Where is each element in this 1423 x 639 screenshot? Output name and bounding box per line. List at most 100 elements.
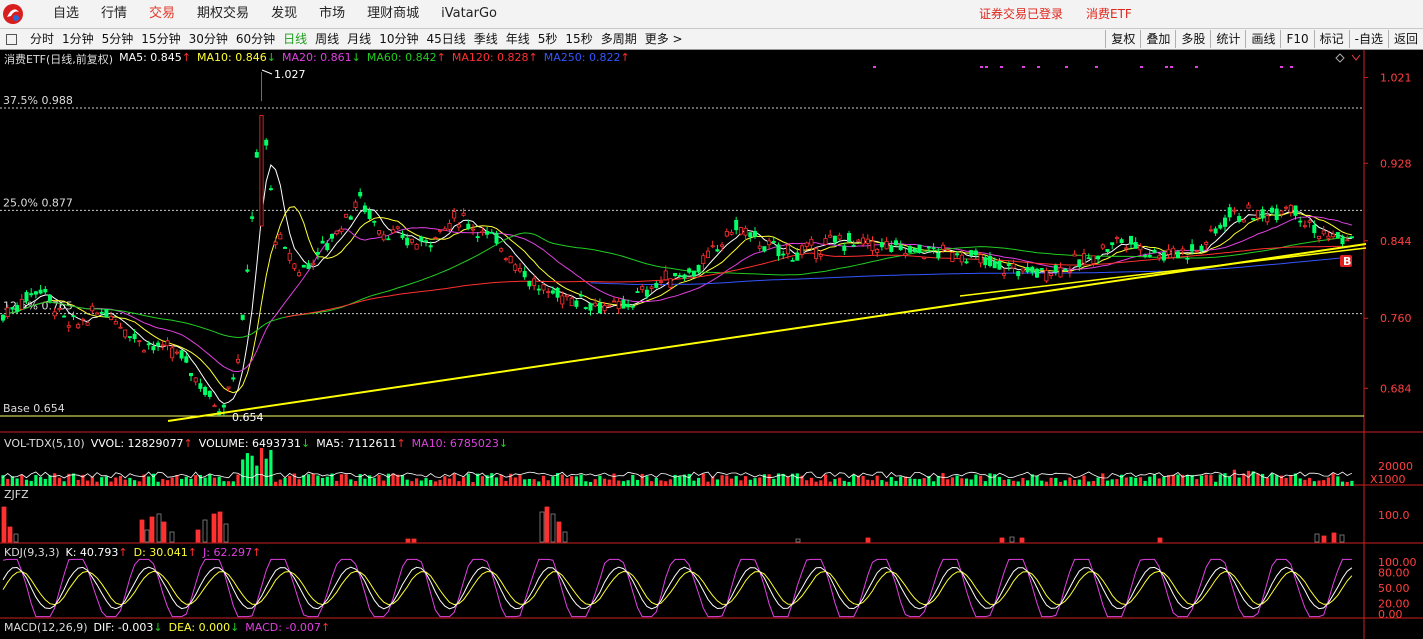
candle-body (1260, 209, 1265, 219)
candle-body (456, 224, 461, 228)
candle-body (423, 240, 428, 243)
volume-bar (823, 474, 828, 486)
period-1[interactable]: 1分钟 (58, 29, 98, 49)
period-10[interactable]: 45日线 (422, 29, 469, 49)
candle-body (847, 233, 852, 242)
volume-bar (217, 476, 221, 486)
volume-bar (1336, 476, 1340, 486)
menu-item-1[interactable]: 行情 (90, 0, 138, 28)
volume-bar (574, 476, 578, 486)
current-security[interactable]: 消费ETF (1086, 0, 1132, 28)
volume-bar (678, 476, 682, 486)
tool-button-6[interactable]: 标记 (1313, 30, 1349, 48)
candle-body (1006, 264, 1011, 266)
period-3[interactable]: 15分钟 (137, 29, 184, 49)
candle-body (395, 226, 400, 229)
candle-body (109, 315, 114, 320)
tool-button-2[interactable]: 多股 (1175, 30, 1210, 48)
volume-bar (109, 481, 113, 486)
period-15[interactable]: 多周期 (597, 29, 641, 49)
candle-body (494, 233, 499, 244)
volume-bar (1167, 475, 1171, 486)
tool-button-4[interactable]: 画线 (1245, 30, 1280, 48)
layout-toggle-icon[interactable] (6, 34, 17, 45)
tool-button-5[interactable]: F10 (1280, 30, 1313, 48)
candle-body (964, 261, 969, 264)
period-2[interactable]: 5分钟 (98, 29, 138, 49)
kdj-legend-item-1: D: 30.041↑ (133, 546, 198, 559)
menu-item-5[interactable]: 市场 (308, 0, 356, 28)
vol-legend-item-0: VVOL: 12829077↑ (90, 437, 193, 450)
period-0[interactable]: 分时 (26, 29, 58, 49)
volume-bar (1303, 479, 1307, 486)
tool-button-0[interactable]: 复权 (1105, 30, 1140, 48)
candle-body (837, 234, 842, 240)
volume-bar (1228, 476, 1232, 486)
candle-body (1270, 207, 1275, 213)
volume-bar (885, 481, 889, 486)
volume-bar (10, 476, 14, 486)
candle-body (1114, 237, 1119, 240)
menu-item-0[interactable]: 自选 (42, 0, 90, 28)
candle-body (1321, 230, 1326, 235)
candle-body (955, 253, 960, 256)
period-7[interactable]: 周线 (311, 29, 343, 49)
volume-bar (24, 479, 29, 486)
volume-bar (795, 473, 799, 486)
vol-legend-item-2: MA5: 7112611↑ (316, 437, 406, 450)
volume-bar (386, 473, 390, 486)
candle-body (1204, 242, 1209, 245)
period-14[interactable]: 15秒 (561, 29, 596, 49)
candle-body (903, 252, 908, 256)
candle-body (38, 289, 43, 294)
period-5[interactable]: 60分钟 (232, 29, 279, 49)
fib-label: 12.5% 0.765 (3, 300, 73, 313)
candle-body (198, 383, 203, 389)
ma-line (2, 206, 1353, 394)
period-13[interactable]: 5秒 (534, 29, 562, 49)
menu-item-2[interactable]: 交易 (138, 0, 186, 28)
candle-body (738, 227, 743, 235)
volume-bar (565, 478, 569, 486)
candle-body (926, 246, 931, 249)
candle-body (1110, 242, 1115, 246)
menu-item-7[interactable]: iVatarGo (430, 0, 508, 28)
menu-item-6[interactable]: 理财商城 (356, 0, 430, 28)
volume-bar (607, 479, 611, 486)
volume-bar (997, 476, 1001, 486)
candle-body (1180, 248, 1185, 252)
volume-bar (377, 474, 381, 486)
menu-item-3[interactable]: 期权交易 (186, 0, 260, 28)
ma-legend-3: MA60: 0.842↑ (366, 51, 446, 64)
signal-dot (980, 66, 983, 68)
candle-body (348, 216, 353, 220)
period-16[interactable]: 更多 > (641, 29, 687, 49)
volume-bar (100, 477, 104, 486)
candle-body (1152, 249, 1157, 253)
candle-body (640, 286, 645, 291)
volume-bar (1049, 477, 1053, 486)
volume-bar (523, 479, 527, 486)
period-8[interactable]: 月线 (343, 29, 375, 49)
period-11[interactable]: 季线 (470, 29, 502, 49)
period-9[interactable]: 10分钟 (375, 29, 422, 49)
volume-bar (842, 480, 846, 486)
period-6[interactable]: 日线 (279, 29, 311, 49)
tool-button-7[interactable]: -自选 (1348, 30, 1388, 48)
candle-body (743, 227, 748, 236)
tool-button-3[interactable]: 统计 (1210, 30, 1245, 48)
candle-body (475, 236, 480, 238)
candle-body (235, 358, 240, 363)
candle-body (489, 231, 494, 234)
menu-item-4[interactable]: 发现 (260, 0, 308, 28)
period-12[interactable]: 年线 (502, 29, 534, 49)
candle-body (52, 311, 57, 317)
candle-body (156, 342, 161, 347)
volume-bar (922, 478, 926, 486)
period-4[interactable]: 30分钟 (185, 29, 232, 49)
tool-button-1[interactable]: 叠加 (1140, 30, 1175, 48)
candle-body (842, 245, 847, 251)
candle-body (912, 248, 917, 253)
candle-body (809, 238, 814, 246)
tool-button-8[interactable]: 返回 (1387, 30, 1423, 48)
